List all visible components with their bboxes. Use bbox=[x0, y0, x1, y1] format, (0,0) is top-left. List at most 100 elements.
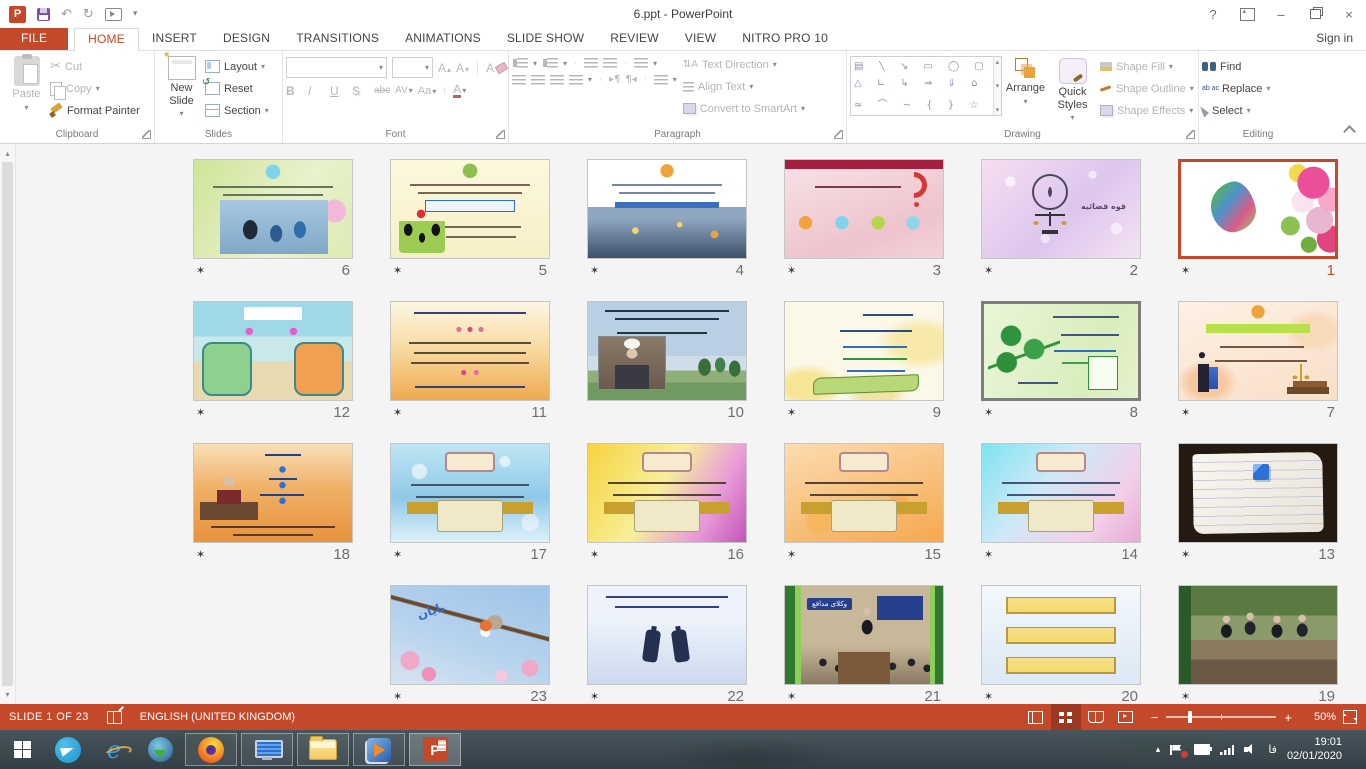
bullets-icon[interactable] bbox=[517, 58, 528, 68]
change-case-button[interactable]: Aa▾ bbox=[418, 85, 436, 97]
start-slideshow-icon[interactable] bbox=[105, 8, 122, 21]
transition-star-icon[interactable]: ✶ bbox=[196, 264, 205, 277]
copy-button[interactable]: Copy▾ bbox=[50, 78, 140, 99]
quick-styles-button[interactable]: Quick Styles▾ bbox=[1049, 54, 1096, 122]
section-button[interactable]: Section▾ bbox=[205, 100, 269, 121]
tab-insert[interactable]: INSERT bbox=[139, 28, 210, 50]
tab-home[interactable]: HOME bbox=[74, 28, 139, 51]
slide-20-thumbnail[interactable] bbox=[981, 585, 1141, 685]
slide-12-thumbnail[interactable] bbox=[193, 301, 353, 401]
drawing-dialog-launcher-icon[interactable] bbox=[1186, 130, 1195, 139]
close-button[interactable]: × bbox=[1332, 0, 1366, 28]
slide-23-thumbnail[interactable]: پایان bbox=[390, 585, 550, 685]
align-right-icon[interactable] bbox=[550, 75, 564, 85]
minimize-button[interactable]: – bbox=[1264, 0, 1298, 28]
transition-star-icon[interactable]: ✶ bbox=[393, 690, 402, 703]
transition-star-icon[interactable]: ✶ bbox=[590, 690, 599, 703]
save-icon[interactable] bbox=[37, 8, 50, 21]
transition-star-icon[interactable]: ✶ bbox=[984, 548, 993, 561]
strikethrough-button[interactable]: abc bbox=[374, 85, 390, 96]
tab-file[interactable]: FILE bbox=[0, 28, 68, 50]
taskbar-firefox[interactable] bbox=[185, 733, 237, 766]
tab-transitions[interactable]: TRANSITIONS bbox=[283, 28, 392, 50]
shapes-scroll-down-icon[interactable]: ▾ bbox=[996, 82, 1000, 90]
font-color-button[interactable]: A▾ bbox=[453, 83, 466, 98]
slide-2-thumbnail[interactable]: قوه قضائیه bbox=[981, 159, 1141, 259]
zoom-in-button[interactable]: + bbox=[1284, 710, 1292, 725]
slide-7-thumbnail[interactable] bbox=[1178, 301, 1338, 401]
transition-star-icon[interactable]: ✶ bbox=[787, 406, 796, 419]
input-language-indicator[interactable]: فا bbox=[1268, 743, 1277, 756]
slide-11-thumbnail[interactable] bbox=[390, 301, 550, 401]
tab-view[interactable]: VIEW bbox=[672, 28, 729, 50]
slide-18-thumbnail[interactable] bbox=[193, 443, 353, 543]
cut-button[interactable]: ✂ Cut bbox=[50, 56, 140, 77]
character-spacing-button[interactable]: AV▾ bbox=[395, 85, 413, 96]
transition-star-icon[interactable]: ✶ bbox=[196, 406, 205, 419]
shapes-gallery-scrollbar[interactable]: ▴ ▾ ▾ bbox=[993, 57, 1001, 115]
tab-design[interactable]: DESIGN bbox=[210, 28, 283, 50]
transition-star-icon[interactable]: ✶ bbox=[984, 690, 993, 703]
justify-icon[interactable] bbox=[569, 75, 583, 85]
speaker-icon[interactable] bbox=[1244, 744, 1258, 755]
taskbar-file-explorer[interactable] bbox=[297, 733, 349, 766]
shapes-scroll-up-icon[interactable]: ▴ bbox=[996, 58, 1000, 66]
transition-star-icon[interactable]: ✶ bbox=[984, 264, 993, 277]
slide-4-thumbnail[interactable] bbox=[587, 159, 747, 259]
clear-formatting-button[interactable]: A bbox=[486, 61, 507, 75]
taskbar-telegram[interactable] bbox=[46, 730, 90, 769]
decrease-indent-icon[interactable] bbox=[584, 58, 598, 68]
shape-effects-button[interactable]: Shape Effects▾ bbox=[1100, 100, 1194, 121]
slide-3-thumbnail[interactable] bbox=[784, 159, 944, 259]
spell-check-icon[interactable] bbox=[107, 711, 122, 724]
reset-button[interactable]: Reset bbox=[205, 78, 269, 99]
convert-to-smartart-button[interactable]: Convert to SmartArt▾ bbox=[683, 98, 805, 119]
left-to-right-icon[interactable]: ▸¶ bbox=[609, 74, 620, 85]
start-button[interactable] bbox=[0, 730, 44, 769]
line-spacing-icon[interactable] bbox=[634, 58, 648, 68]
collapse-ribbon-icon[interactable] bbox=[1343, 125, 1356, 138]
new-slide-button[interactable]: New Slide▾ bbox=[158, 54, 205, 118]
clipboard-dialog-launcher-icon[interactable] bbox=[142, 130, 151, 139]
numbering-icon[interactable] bbox=[547, 58, 558, 68]
language-indicator[interactable]: ENGLISH (UNITED KINGDOM) bbox=[140, 711, 295, 723]
network-signal-icon[interactable] bbox=[1220, 745, 1234, 755]
slide-19-thumbnail[interactable] bbox=[1178, 585, 1338, 685]
align-center-icon[interactable] bbox=[531, 75, 545, 85]
undo-icon[interactable]: ↶ bbox=[61, 7, 72, 22]
slideshow-view-button[interactable] bbox=[1111, 704, 1141, 730]
qat-customize-icon[interactable]: ▾ bbox=[133, 9, 138, 19]
slide-13-thumbnail[interactable] bbox=[1178, 443, 1338, 543]
clock[interactable]: 19:01 02/01/2020 bbox=[1287, 736, 1346, 764]
action-center-flag-icon[interactable] bbox=[1170, 745, 1184, 755]
transition-star-icon[interactable]: ✶ bbox=[1181, 264, 1190, 277]
transition-star-icon[interactable]: ✶ bbox=[787, 548, 796, 561]
slide-6-thumbnail[interactable] bbox=[193, 159, 353, 259]
fit-to-window-icon[interactable] bbox=[1343, 710, 1357, 724]
align-text-button[interactable]: Align Text▾ bbox=[683, 76, 805, 97]
font-size-combobox[interactable]: ▾ bbox=[392, 57, 433, 78]
transition-star-icon[interactable]: ✶ bbox=[984, 406, 993, 419]
zoom-slider-thumb[interactable] bbox=[1188, 711, 1192, 723]
shape-fill-button[interactable]: Shape Fill▾ bbox=[1100, 56, 1194, 77]
slide-8-thumbnail[interactable] bbox=[981, 301, 1141, 401]
align-left-icon[interactable] bbox=[512, 75, 526, 85]
zoom-level[interactable]: 50% bbox=[1302, 711, 1336, 723]
tab-animations[interactable]: ANIMATIONS bbox=[392, 28, 494, 50]
taskbar-powerpoint[interactable]: P bbox=[409, 733, 461, 766]
tab-review[interactable]: REVIEW bbox=[597, 28, 672, 50]
redo-icon[interactable]: ↻ bbox=[83, 7, 94, 22]
slide-9-thumbnail[interactable] bbox=[784, 301, 944, 401]
transition-star-icon[interactable]: ✶ bbox=[1181, 690, 1190, 703]
transition-star-icon[interactable]: ✶ bbox=[787, 264, 796, 277]
format-painter-button[interactable]: Format Painter bbox=[50, 100, 140, 121]
slide-22-thumbnail[interactable] bbox=[587, 585, 747, 685]
slide-17-thumbnail[interactable] bbox=[390, 443, 550, 543]
paste-button[interactable]: Paste▾ bbox=[3, 54, 50, 112]
reading-view-button[interactable] bbox=[1081, 704, 1111, 730]
transition-star-icon[interactable]: ✶ bbox=[393, 406, 402, 419]
select-button[interactable]: Select▾ bbox=[1202, 100, 1270, 121]
transition-star-icon[interactable]: ✶ bbox=[1181, 406, 1190, 419]
taskbar-media-player[interactable] bbox=[353, 733, 405, 766]
ribbon-display-options-button[interactable] bbox=[1230, 0, 1264, 28]
